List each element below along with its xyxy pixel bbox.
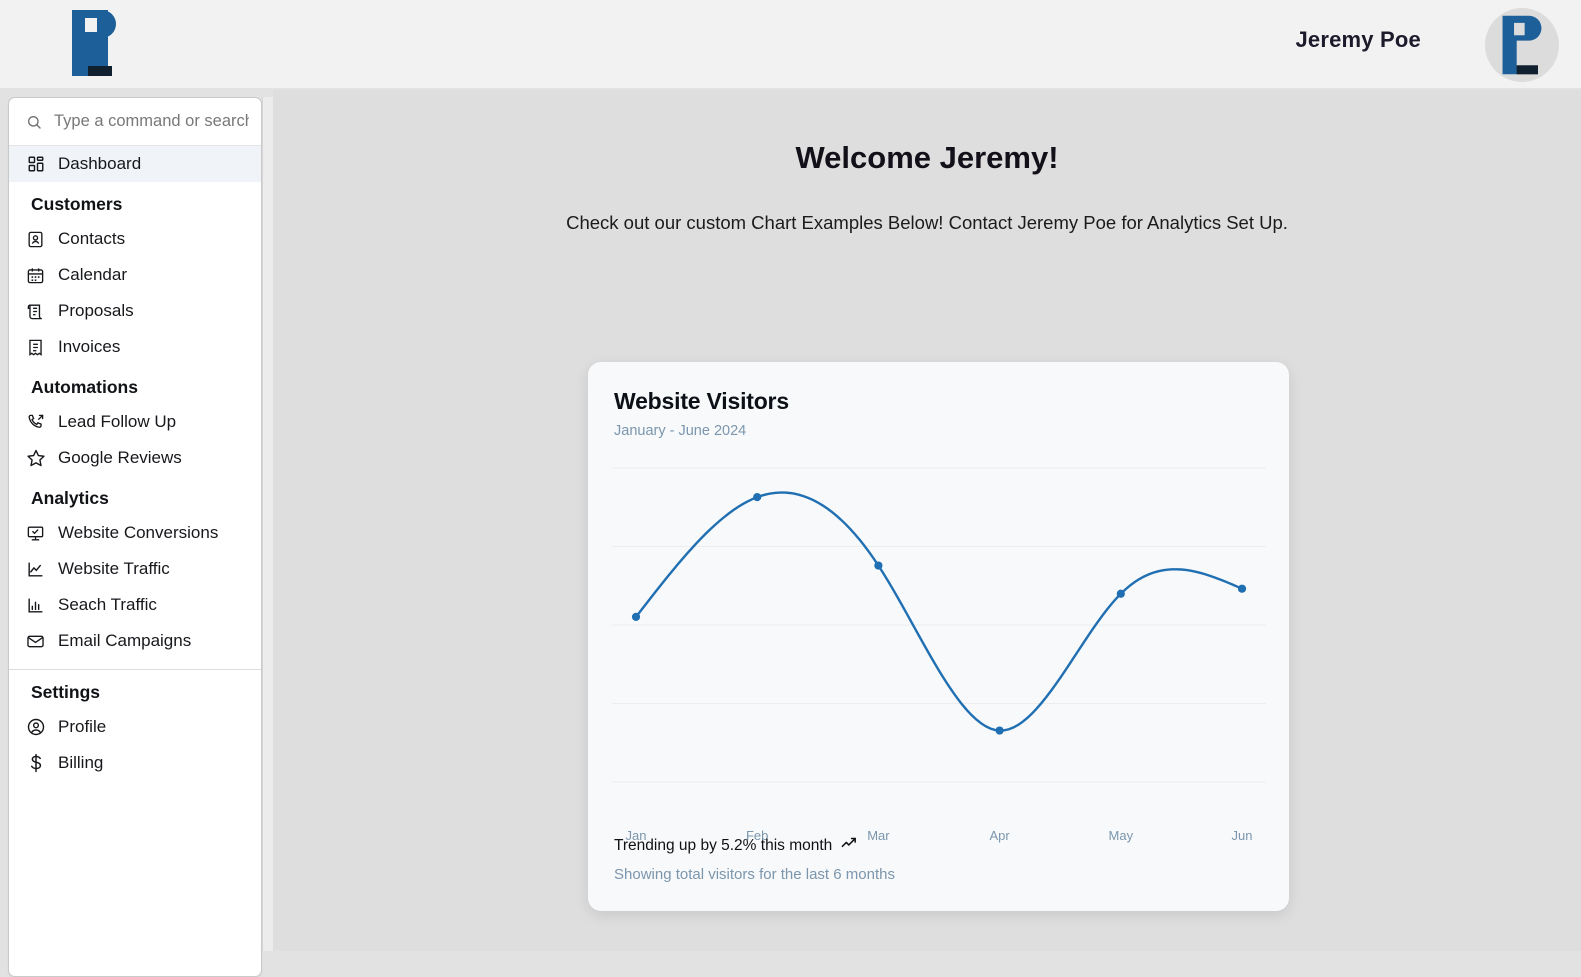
sidebar-group-title-automations: Automations <box>31 377 138 397</box>
chart-data-point[interactable] <box>1116 589 1125 598</box>
sidebar-item-label: Lead Follow Up <box>58 412 177 431</box>
sidebar-item-label: Profile <box>58 717 107 736</box>
chart-data-point[interactable] <box>631 612 641 621</box>
search-icon <box>23 111 44 132</box>
receipt-icon <box>25 337 46 358</box>
dollar-sign-icon <box>25 753 46 774</box>
sidebar-scrollbar[interactable] <box>262 97 273 951</box>
search-bar[interactable] <box>9 98 261 146</box>
sidebar-group-title-settings: Settings <box>31 682 101 702</box>
sidebar-item-label: Proposals <box>58 301 134 320</box>
sidebar-item-google-reviews[interactable]: Google Reviews <box>9 440 261 476</box>
line-chart-plot[interactable] <box>612 450 1266 822</box>
layout-grid-icon <box>25 154 46 175</box>
star-icon <box>25 448 46 469</box>
header-user-name: Jeremy Poe <box>1295 27 1421 52</box>
chart-x-tick-label: May <box>1108 828 1134 843</box>
sidebar-item-profile[interactable]: Profile <box>9 709 261 745</box>
sidebar-item-contacts[interactable]: Contacts <box>9 221 261 257</box>
sidebar-item-label: Seach Traffic <box>58 595 157 614</box>
sidebar-item-invoices[interactable]: Invoices <box>9 329 261 365</box>
page-subtitle: Check out our custom Chart Examples Belo… <box>566 212 1288 233</box>
monitor-check-icon <box>25 523 46 544</box>
sidebar-item-website-conversions[interactable]: Website Conversions <box>9 515 261 551</box>
pl-monogram-avatar-icon <box>1502 15 1542 75</box>
sidebar-item-label: Contacts <box>58 229 126 248</box>
line-chart-icon <box>25 559 46 580</box>
sidebar-item-label: Website Conversions <box>58 523 219 542</box>
top-header-bar: Jeremy Poe <box>0 0 1581 88</box>
search-input[interactable] <box>54 112 249 131</box>
sidebar-item-label: Billing <box>58 753 104 772</box>
sidebar-item-label: Dashboard <box>58 154 142 173</box>
chart-data-point[interactable] <box>753 493 762 502</box>
pl-monogram-logo-icon[interactable] <box>68 8 120 78</box>
chart-data-point[interactable] <box>1237 584 1247 593</box>
chart-line-series-visitors <box>634 491 1244 732</box>
trend-text: Trending up by 5.2% this month <box>614 837 833 854</box>
sidebar-item-seach-traffic[interactable]: Seach Traffic <box>9 587 261 623</box>
chart-footer-note: Showing total visitors for the last 6 mo… <box>614 866 895 883</box>
avatar[interactable] <box>1485 8 1559 82</box>
sidebar-item-label: Email Campaigns <box>58 631 192 650</box>
calendar-icon <box>25 265 46 286</box>
phone-outgoing-icon <box>25 412 46 433</box>
sidebar-item-label: Calendar <box>58 265 127 284</box>
sidebar-item-email-campaigns[interactable]: Email Campaigns <box>9 623 261 659</box>
chart-x-tick-label: Apr <box>989 828 1010 843</box>
user-circle-icon <box>25 717 46 738</box>
scroll-text-icon <box>25 301 46 322</box>
chart-card-title: Website Visitors <box>614 388 789 414</box>
sidebar-item-billing[interactable]: Billing <box>9 745 261 781</box>
page-title: Welcome Jeremy! <box>795 140 1059 175</box>
chart-card-footer: Trending up by 5.2% this month Showing t… <box>614 835 895 883</box>
sidebar-item-calendar[interactable]: Calendar <box>9 257 261 293</box>
chart-x-tick-label: Jun <box>1231 828 1253 843</box>
trending-up-icon <box>841 835 858 857</box>
chart-card-subtitle: January - June 2024 <box>614 423 747 439</box>
sidebar-item-label: Google Reviews <box>58 448 182 467</box>
mail-icon <box>25 631 46 652</box>
sidebar-item-website-traffic[interactable]: Website Traffic <box>9 551 261 587</box>
sidebar-item-proposals[interactable]: Proposals <box>9 293 261 329</box>
sidebar-item-label: Invoices <box>58 337 121 356</box>
sidebar: Dashboard Customers Contacts Calendar <box>8 97 262 977</box>
website-visitors-chart-card: Website Visitors January - June 2024 Jan… <box>588 362 1289 911</box>
chart-data-point[interactable] <box>874 561 883 570</box>
sidebar-group-title-analytics: Analytics <box>31 488 109 508</box>
trend-row: Trending up by 5.2% this month <box>614 835 895 857</box>
main-content: Welcome Jeremy! Check out our custom Cha… <box>273 90 1581 951</box>
sidebar-group-title-customers: Customers <box>31 194 123 214</box>
sidebar-item-dashboard[interactable]: Dashboard <box>9 146 261 182</box>
sidebar-item-lead-follow-up[interactable]: Lead Follow Up <box>9 404 261 440</box>
chart-data-point[interactable] <box>995 726 1004 735</box>
sidebar-item-label: Website Traffic <box>58 559 170 578</box>
bar-chart-icon <box>25 595 46 616</box>
contact-card-icon <box>25 229 46 250</box>
